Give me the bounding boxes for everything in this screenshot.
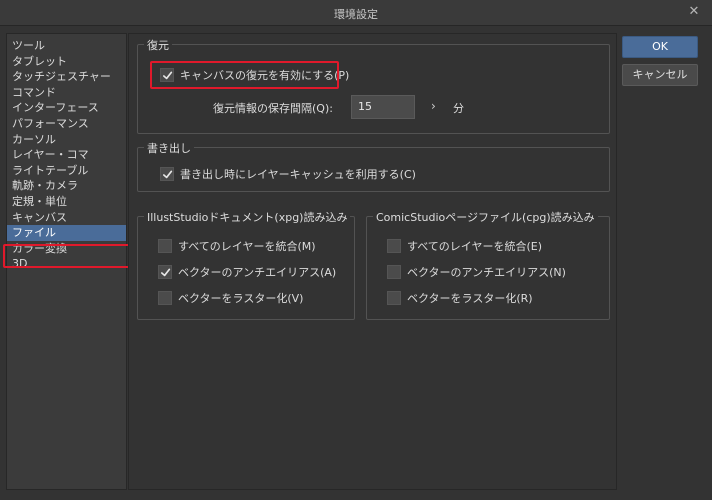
restore-interval-unit: 分 bbox=[453, 102, 464, 115]
comicstudio-group-title: ComicStudioページファイル(cpg)読み込み bbox=[373, 209, 598, 225]
illust-merge-layers-label: すべてのレイヤーを統合(M) bbox=[178, 240, 316, 253]
comicstudio-import-group: ComicStudioページファイル(cpg)読み込み すべてのレイヤーを統合(… bbox=[366, 209, 610, 320]
checkbox-box[interactable] bbox=[387, 291, 401, 305]
title-bar: 環境設定 ✕ bbox=[0, 0, 712, 26]
illuststudio-group-title: IllustStudioドキュメント(xpg)読み込み bbox=[144, 209, 351, 225]
sidebar-item-cursor[interactable]: カーソル bbox=[7, 132, 126, 148]
sidebar-item-performance[interactable]: パフォーマンス bbox=[7, 116, 126, 132]
sidebar-item-command[interactable]: コマンド bbox=[7, 85, 126, 101]
restore-interval-input[interactable]: 15 bbox=[351, 95, 415, 119]
illust-vector-antialias-label: ベクターのアンチエイリアス(A) bbox=[178, 266, 337, 279]
comic-merge-layers-checkbox[interactable]: すべてのレイヤーを統合(E) bbox=[387, 238, 542, 254]
restore-group: 復元 キャンバスの復元を有効にする(P) 復元情報の保存間隔(Q): 15 › … bbox=[137, 37, 610, 134]
illust-rasterize-vector-checkbox[interactable]: ベクターをラスター化(V) bbox=[158, 290, 303, 306]
checkbox-box[interactable] bbox=[158, 265, 172, 279]
close-icon[interactable]: ✕ bbox=[686, 4, 702, 20]
checkbox-box[interactable] bbox=[387, 239, 401, 253]
illust-vector-antialias-checkbox[interactable]: ベクターのアンチエイリアス(A) bbox=[158, 264, 336, 280]
sidebar-item-3d[interactable]: 3D bbox=[7, 256, 126, 272]
check-icon bbox=[162, 170, 172, 178]
export-layer-cache-label: 書き出し時にレイヤーキャッシュを利用する(C) bbox=[180, 168, 416, 181]
enable-restore-label: キャンバスの復元を有効にする(P) bbox=[180, 69, 350, 82]
comic-rasterize-vector-checkbox[interactable]: ベクターをラスター化(R) bbox=[387, 290, 533, 306]
chevron-right-icon[interactable]: › bbox=[431, 99, 436, 113]
category-list: ツール タブレット タッチジェスチャー コマンド インターフェース パフォーマン… bbox=[6, 33, 127, 490]
export-group-title: 書き出し bbox=[144, 140, 194, 156]
preferences-dialog: 環境設定 ✕ ツール タブレット タッチジェスチャー コマンド インターフェース… bbox=[0, 0, 712, 500]
settings-panel: 復元 キャンバスの復元を有効にする(P) 復元情報の保存間隔(Q): 15 › … bbox=[128, 33, 617, 490]
sidebar-item-canvas[interactable]: キャンバス bbox=[7, 210, 126, 226]
checkbox-box[interactable] bbox=[158, 239, 172, 253]
sidebar-item-ruler-unit[interactable]: 定規・単位 bbox=[7, 194, 126, 210]
illust-rasterize-vector-label: ベクターをラスター化(V) bbox=[178, 292, 304, 305]
export-group: 書き出し 書き出し時にレイヤーキャッシュを利用する(C) bbox=[137, 140, 610, 192]
sidebar-item-light-table[interactable]: ライトテーブル bbox=[7, 163, 126, 179]
illuststudio-import-group: IllustStudioドキュメント(xpg)読み込み すべてのレイヤーを統合(… bbox=[137, 209, 355, 320]
restore-group-title: 復元 bbox=[144, 37, 172, 53]
checkbox-box[interactable] bbox=[387, 265, 401, 279]
sidebar-item-layer-frame[interactable]: レイヤー・コマ bbox=[7, 147, 126, 163]
check-icon bbox=[160, 268, 170, 276]
sidebar-item-tool[interactable]: ツール bbox=[7, 38, 126, 54]
checkbox-box[interactable] bbox=[158, 291, 172, 305]
comic-rasterize-vector-label: ベクターをラスター化(R) bbox=[407, 292, 533, 305]
export-layer-cache-checkbox[interactable]: 書き出し時にレイヤーキャッシュを利用する(C) bbox=[160, 166, 416, 182]
restore-interval-label: 復元情報の保存間隔(Q): bbox=[213, 102, 333, 115]
sidebar-item-tablet[interactable]: タブレット bbox=[7, 54, 126, 70]
check-icon bbox=[162, 71, 172, 79]
sidebar-item-interface[interactable]: インターフェース bbox=[7, 100, 126, 116]
ok-button[interactable]: OK bbox=[622, 36, 698, 58]
sidebar-item-touch-gesture[interactable]: タッチジェスチャー bbox=[7, 69, 126, 85]
cancel-button[interactable]: キャンセル bbox=[622, 64, 698, 86]
sidebar-item-file[interactable]: ファイル bbox=[7, 225, 126, 241]
comic-vector-antialias-checkbox[interactable]: ベクターのアンチエイリアス(N) bbox=[387, 264, 566, 280]
sidebar-item-trail-camera[interactable]: 軌跡・カメラ bbox=[7, 178, 126, 194]
checkbox-box[interactable] bbox=[160, 167, 174, 181]
illust-merge-layers-checkbox[interactable]: すべてのレイヤーを統合(M) bbox=[158, 238, 316, 254]
comic-merge-layers-label: すべてのレイヤーを統合(E) bbox=[407, 240, 542, 253]
checkbox-box[interactable] bbox=[160, 68, 174, 82]
enable-restore-checkbox[interactable]: キャンバスの復元を有効にする(P) bbox=[160, 67, 349, 83]
sidebar-item-color-conversion[interactable]: カラー変換 bbox=[7, 241, 126, 257]
comic-vector-antialias-label: ベクターのアンチエイリアス(N) bbox=[407, 266, 566, 279]
window-title: 環境設定 bbox=[334, 8, 378, 21]
